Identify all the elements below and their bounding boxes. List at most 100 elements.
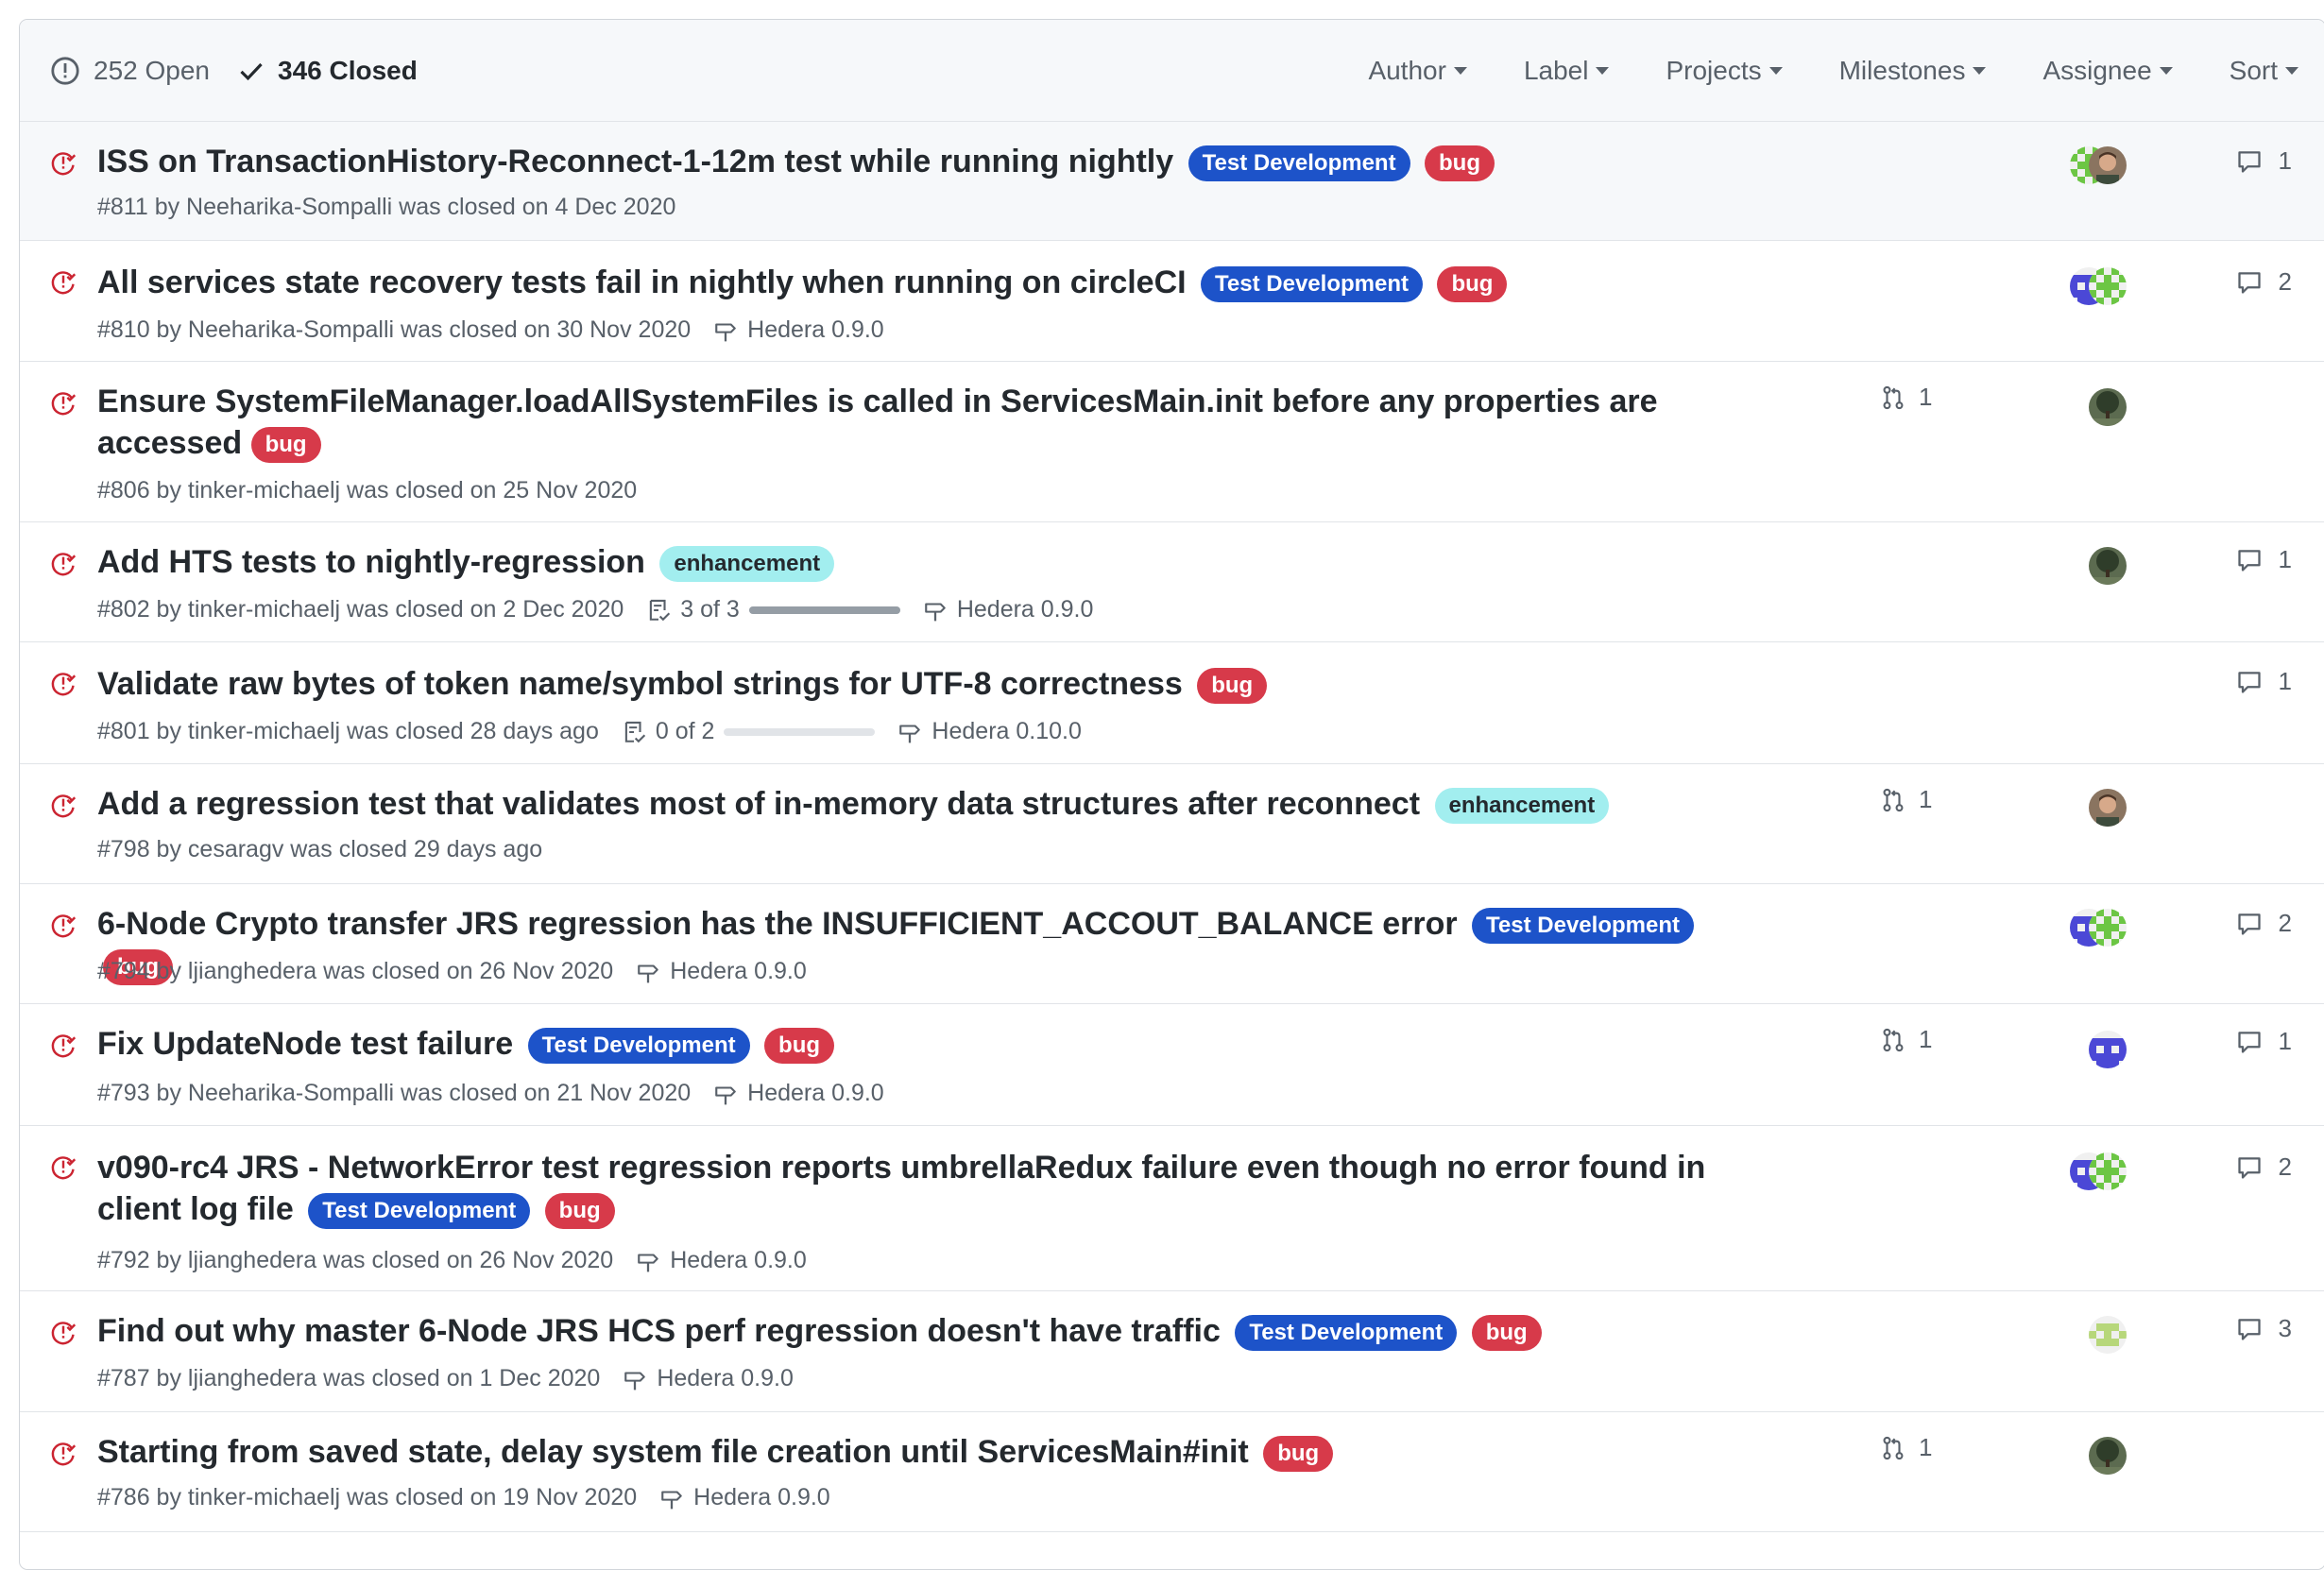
milestone-link[interactable]: Hedera 0.9.0 bbox=[623, 1365, 794, 1392]
closed-issues-link[interactable]: 346 Closed bbox=[238, 56, 418, 86]
open-issues-link[interactable]: 252 Open bbox=[50, 56, 210, 86]
milestones-filter[interactable]: Milestones bbox=[1811, 56, 2015, 86]
comments-link[interactable]: 2 bbox=[2235, 909, 2292, 938]
issue-title-link[interactable]: Validate raw bytes of token name/symbol … bbox=[97, 666, 1183, 702]
issue-row[interactable]: Add HTS tests to nightly-regression enha… bbox=[20, 522, 2324, 642]
avatar[interactable] bbox=[2089, 388, 2127, 426]
label-test-development[interactable]: Test Development bbox=[1188, 145, 1410, 181]
issue-row[interactable]: 6-Node Crypto transfer JRS regression ha… bbox=[20, 884, 2324, 1004]
milestone-link[interactable]: Hedera 0.9.0 bbox=[636, 1247, 807, 1274]
issue-title-link[interactable]: ISS on TransactionHistory-Reconnect-1-12… bbox=[97, 144, 1173, 179]
issue-row[interactable]: v090-rc4 JRS - NetworkError test regress… bbox=[20, 1126, 2324, 1291]
assignees bbox=[2070, 145, 2136, 186]
issue-row[interactable]: Ensure SystemFileManager.loadAllSystemFi… bbox=[20, 362, 2324, 522]
avatar[interactable] bbox=[2089, 1437, 2127, 1475]
avatar[interactable] bbox=[2089, 1152, 2127, 1190]
issue-title-link[interactable]: 6-Node Crypto transfer JRS regression ha… bbox=[97, 906, 1458, 942]
sort-filter[interactable]: Sort bbox=[2201, 56, 2324, 86]
label-bug[interactable]: bug bbox=[764, 1028, 835, 1064]
comment-count: 1 bbox=[2278, 146, 2292, 175]
linked-pr-link[interactable]: 1 bbox=[1881, 1433, 1932, 1462]
issue-closed-icon bbox=[50, 1441, 77, 1472]
issue-title-link[interactable]: Add HTS tests to nightly-regression bbox=[97, 544, 645, 580]
avatar[interactable] bbox=[2089, 909, 2127, 947]
task-progress-bar bbox=[748, 606, 900, 614]
label-bug[interactable]: bug bbox=[1425, 145, 1495, 181]
comments-link[interactable]: 1 bbox=[2235, 667, 2292, 696]
comment-count: 2 bbox=[2278, 909, 2292, 937]
milestone-icon bbox=[897, 720, 928, 744]
comment-icon bbox=[2235, 1029, 2271, 1055]
issue-row[interactable]: Starting from saved state, delay system … bbox=[20, 1412, 2324, 1532]
issue-opened-icon bbox=[51, 56, 79, 85]
avatar[interactable] bbox=[2089, 789, 2127, 827]
linked-pr-link[interactable]: 1 bbox=[1881, 383, 1932, 412]
comment-icon bbox=[2235, 1154, 2271, 1181]
comments-link[interactable]: 1 bbox=[2235, 146, 2292, 176]
issue-meta: #786 by tinker-michaelj was closed on 19… bbox=[97, 1484, 638, 1510]
linked-pr-link[interactable]: 1 bbox=[1881, 1025, 1932, 1054]
comments-link[interactable]: 2 bbox=[2235, 1152, 2292, 1182]
label-enhancement[interactable]: enhancement bbox=[659, 546, 835, 582]
milestone-icon bbox=[923, 598, 953, 623]
assignee-filter[interactable]: Assignee bbox=[2014, 56, 2200, 86]
issue-closed-icon bbox=[50, 793, 77, 824]
author-filter[interactable]: Author bbox=[1340, 56, 1495, 86]
avatar[interactable] bbox=[2089, 146, 2127, 184]
label-test-development[interactable]: Test Development bbox=[1472, 908, 1694, 944]
milestone-link[interactable]: Hedera 0.10.0 bbox=[897, 718, 1082, 745]
check-icon bbox=[240, 62, 263, 80]
comments-link[interactable]: 1 bbox=[2235, 545, 2292, 574]
caret-down-icon bbox=[2285, 66, 2298, 75]
label-bug[interactable]: bug bbox=[1437, 266, 1508, 302]
comments-link[interactable]: 2 bbox=[2235, 267, 2292, 297]
label-filter[interactable]: Label bbox=[1495, 56, 1638, 86]
avatar[interactable] bbox=[2089, 1031, 2127, 1068]
issue-row[interactable]: Fix UpdateNode test failure Test Develop… bbox=[20, 1004, 2324, 1126]
label-bug[interactable]: bug bbox=[544, 1193, 615, 1229]
label-test-development[interactable]: Test Development bbox=[1201, 266, 1423, 302]
issue-title-link[interactable]: Starting from saved state, delay system … bbox=[97, 1434, 1249, 1470]
assignees bbox=[2070, 907, 2136, 948]
projects-filter[interactable]: Projects bbox=[1637, 56, 1810, 86]
issue-row[interactable]: Find out why master 6-Node JRS HCS perf … bbox=[20, 1291, 2324, 1412]
milestone-link[interactable]: Hedera 0.9.0 bbox=[713, 1080, 884, 1107]
milestone-icon bbox=[713, 318, 743, 343]
comments-link[interactable]: 1 bbox=[2235, 1027, 2292, 1056]
comment-icon bbox=[2235, 269, 2271, 296]
issue-title-link[interactable]: Add a regression test that validates mos… bbox=[97, 786, 1420, 822]
label-bug[interactable]: bug bbox=[1263, 1436, 1334, 1472]
issue-row[interactable]: All services state recovery tests fail i… bbox=[20, 241, 2324, 362]
label-bug[interactable]: bug bbox=[1197, 668, 1268, 704]
issue-title-link[interactable]: Ensure SystemFileManager.loadAllSystemFi… bbox=[97, 384, 1658, 461]
issue-closed-icon bbox=[50, 390, 77, 421]
issue-title-link[interactable]: All services state recovery tests fail i… bbox=[97, 265, 1187, 300]
label-bug[interactable]: bug bbox=[250, 427, 321, 463]
issue-title-link[interactable]: Find out why master 6-Node JRS HCS perf … bbox=[97, 1313, 1221, 1349]
checklist-icon bbox=[622, 719, 652, 745]
milestone-link[interactable]: Hedera 0.9.0 bbox=[713, 316, 884, 344]
task-list-progress: 3 of 3 bbox=[646, 596, 900, 623]
comments-link[interactable]: 3 bbox=[2235, 1314, 2292, 1343]
avatar[interactable] bbox=[2089, 1316, 2127, 1354]
linked-pr-link[interactable]: 1 bbox=[1881, 785, 1932, 814]
comment-icon bbox=[2235, 911, 2271, 937]
label-bug[interactable]: bug bbox=[1471, 1315, 1542, 1351]
issue-row[interactable]: Validate raw bytes of token name/symbol … bbox=[20, 642, 2324, 764]
label-test-development[interactable]: Test Development bbox=[527, 1028, 750, 1064]
avatar[interactable] bbox=[2089, 547, 2127, 585]
avatar[interactable] bbox=[2089, 267, 2127, 305]
issue-row[interactable]: ISS on TransactionHistory-Reconnect-1-12… bbox=[20, 122, 2324, 241]
issue-row[interactable]: Add a regression test that validates mos… bbox=[20, 764, 2324, 884]
comment-icon bbox=[2235, 148, 2271, 175]
issue-title-link[interactable]: Fix UpdateNode test failure bbox=[97, 1026, 513, 1062]
comment-icon bbox=[2235, 669, 2271, 695]
issue-meta: #793 by Neeharika-Sompalli was closed on… bbox=[97, 1080, 692, 1106]
issue-meta: #802 by tinker-michaelj was closed on 2 … bbox=[97, 596, 624, 623]
milestone-link[interactable]: Hedera 0.9.0 bbox=[636, 958, 807, 985]
label-test-development[interactable]: Test Development bbox=[308, 1193, 531, 1229]
milestone-link[interactable]: Hedera 0.9.0 bbox=[923, 596, 1093, 623]
label-enhancement[interactable]: enhancement bbox=[1434, 788, 1610, 824]
label-test-development[interactable]: Test Development bbox=[1235, 1315, 1458, 1351]
milestone-link[interactable]: Hedera 0.9.0 bbox=[659, 1484, 830, 1511]
